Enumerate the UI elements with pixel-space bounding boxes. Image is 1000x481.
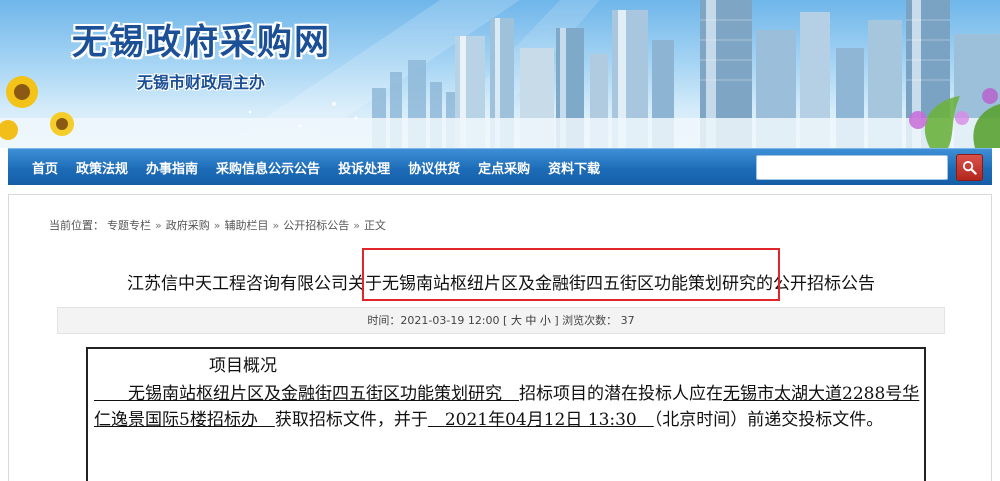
time-label: 时间： [367,314,401,327]
breadcrumb-separator: » [213,219,221,232]
breadcrumb: 当前位置： 专题专栏» 政府采购» 辅助栏目» 公开招标公告» 正文 [49,217,389,233]
nav-item-policies[interactable]: 政策法规 [76,158,128,177]
doc-text: （北京时间）前递交投标文件。 [653,410,884,430]
search-icon [962,160,977,175]
article-meta-bar: 时间：2021-03-19 12:00 [ 大 中 小 ] 浏览次数： 37 [57,307,945,334]
nav-menu: 首页 政策法规 办事指南 采购信息公示公告 投诉处理 协议供货 定点采购 资料下… [32,149,618,186]
site-subtitle: 无锡市财政局主办 [137,73,266,92]
font-size-medium[interactable]: 中 [525,314,536,327]
nav-item-home[interactable]: 首页 [32,158,58,177]
views-label: 浏览次数： [562,314,618,327]
doc-paragraph: 无锡南站枢纽片区及金融街四五街区功能策划研究 招标项目的潜在投标人应在无锡市太湖… [94,381,924,433]
doc-text: 招标项目的潜在投标人应在 [519,384,723,404]
header-banner: 无锡政府采购网 无锡市财政局主办 [0,0,1000,148]
breadcrumb-separator: » [272,219,280,232]
doc-text: 获取招标文件，并于 [274,410,428,430]
font-size-open: [ [503,314,508,327]
doc-project-name: 无锡南站枢纽片区及金融街四五街区功能策划研究 [128,384,502,404]
breadcrumb-separator: » [353,219,360,232]
doc-blank [637,410,654,430]
nav-item-downloads[interactable]: 资料下载 [548,158,600,177]
nav-item-procurement-notices[interactable]: 采购信息公示公告 [216,158,320,177]
breadcrumb-item-special-topics[interactable]: 专题专栏 [107,219,151,232]
doc-heading: 项目概况 [209,356,277,376]
publish-time: 2021-03-19 12:00 [400,314,500,327]
breadcrumb-separator: » [155,219,162,232]
view-count: 37 [620,314,635,327]
font-size-small[interactable]: 小 [540,314,551,327]
nav-item-designated-procurement[interactable]: 定点采购 [478,158,530,177]
breadcrumb-item-aux-column[interactable]: 辅助栏目 [224,219,268,232]
nav-item-complaints[interactable]: 投诉处理 [338,158,390,177]
breadcrumb-item-gov-procurement[interactable]: 政府采购 [166,219,210,232]
content-frame: 当前位置： 专题专栏» 政府采购» 辅助栏目» 公开招标公告» 正文 江苏信中天工程咨询有… [8,194,992,481]
font-size-large[interactable]: 大 [511,314,522,327]
main-navbar: 首页 政策法规 办事指南 采购信息公示公告 投诉处理 协议供货 定点采购 资料下… [8,148,992,185]
doc-blank [94,384,128,404]
nav-item-agreement-supply[interactable]: 协议供货 [408,158,460,177]
breadcrumb-prefix: 当前位置： [49,219,104,232]
site-title: 无锡政府采购网 [72,22,332,63]
breadcrumb-item-current: 正文 [363,219,386,232]
doc-deadline: 2021年04月12日 13:30 [444,410,637,430]
doc-blank [502,384,519,404]
search-input[interactable] [756,155,948,180]
doc-blank [428,410,445,430]
doc-blank [258,410,275,430]
search-button[interactable] [956,154,983,181]
breadcrumb-item-public-tender[interactable]: 公开招标公告 [283,219,349,232]
article-title: 江苏信中天工程咨询有限公司关于无锡南站枢纽片区及金融街四五街区功能策划研究的公开… [127,274,875,294]
nav-item-guide[interactable]: 办事指南 [146,158,198,177]
document-body: 项目概况 无锡南站枢纽片区及金融街四五街区功能策划研究 招标项目的潜在投标人应在… [86,347,926,481]
font-size-close: ] [554,314,559,327]
